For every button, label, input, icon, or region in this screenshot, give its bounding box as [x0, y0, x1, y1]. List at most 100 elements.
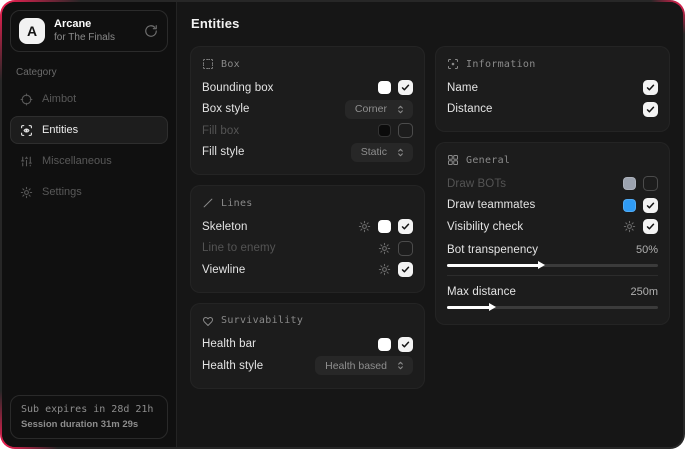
gear-icon[interactable]	[623, 220, 636, 233]
gear-icon[interactable]	[358, 220, 371, 233]
bounding-box-checkbox[interactable]	[398, 80, 413, 95]
setting-label: Health bar	[202, 338, 256, 350]
setting-row-bounding-box: Bounding box	[202, 77, 413, 99]
bot-transparency-slider[interactable]	[447, 264, 658, 267]
name-checkbox[interactable]	[643, 80, 658, 95]
color-swatch[interactable]	[623, 199, 636, 212]
box-style-select[interactable]: Corner	[345, 100, 413, 119]
setting-row-box-style: Box style Corner	[202, 99, 413, 121]
setting-row-visibility-check: Visibility check	[447, 216, 658, 238]
color-swatch[interactable]	[623, 177, 636, 190]
health-bar-checkbox[interactable]	[398, 337, 413, 352]
color-swatch[interactable]	[378, 81, 391, 94]
setting-label: Skeleton	[202, 221, 248, 233]
row-controls	[623, 219, 658, 234]
row-controls	[378, 337, 413, 352]
fill-box-checkbox[interactable]	[398, 123, 413, 138]
viewline-checkbox[interactable]	[398, 262, 413, 277]
setting-label: Box style	[202, 103, 250, 115]
scan-eye-icon	[20, 124, 33, 137]
max-distance-slider[interactable]	[447, 306, 658, 309]
app-logo: A	[19, 18, 45, 44]
panel-title: Box	[221, 59, 240, 70]
color-swatch[interactable]	[378, 220, 391, 233]
refresh-icon	[144, 24, 158, 38]
line-to-enemy-checkbox[interactable]	[398, 241, 413, 256]
sliders-icon	[20, 155, 33, 168]
check-icon	[401, 265, 410, 274]
slider-value: 250m	[630, 286, 658, 298]
app-subtitle: for The Finals	[54, 32, 135, 44]
check-icon	[646, 201, 655, 210]
setting-row-viewline: Viewline	[202, 259, 413, 281]
setting-row-skeleton: Skeleton	[202, 216, 413, 238]
setting-row-health-bar: Health bar	[202, 334, 413, 356]
panel-title: Survivability	[221, 315, 303, 326]
crosshair-icon	[20, 93, 33, 106]
panel-columns: Box Bounding box Box style Corner	[190, 46, 670, 389]
setting-label: Viewline	[202, 264, 245, 276]
visibility-check-checkbox[interactable]	[643, 219, 658, 234]
divider	[447, 275, 658, 276]
check-icon	[401, 222, 410, 231]
skeleton-checkbox[interactable]	[398, 219, 413, 234]
panel-title: Lines	[221, 198, 253, 209]
setting-row-line-to-enemy: Line to enemy	[202, 238, 413, 260]
setting-label: Max distance	[447, 286, 516, 298]
sidebar-item-label: Settings	[42, 186, 82, 198]
panel-lines: Lines Skeleton Line to enemy	[190, 185, 425, 293]
layout-grid-icon	[447, 154, 459, 166]
panel-box-header: Box	[202, 58, 413, 70]
slider-head: Max distance 250m	[447, 282, 658, 302]
setting-row-fill-style: Fill style Static	[202, 142, 413, 164]
app-name: Arcane	[54, 18, 135, 31]
draw-teammates-checkbox[interactable]	[643, 198, 658, 213]
setting-label: Draw BOTs	[447, 178, 506, 190]
chevrons-up-down-icon	[395, 104, 406, 115]
sidebar-item-settings[interactable]: Settings	[10, 178, 168, 206]
panel-general: General Draw BOTs Draw teammates	[435, 142, 670, 325]
sidebar-item-label: Entities	[42, 124, 78, 136]
color-swatch[interactable]	[378, 338, 391, 351]
setting-label: Draw teammates	[447, 199, 535, 211]
category-label: Category	[16, 67, 162, 78]
diagonal-line-icon	[202, 197, 214, 209]
sidebar-item-aimbot[interactable]: Aimbot	[10, 85, 168, 113]
selected-value: Static	[361, 146, 387, 158]
check-icon	[401, 340, 410, 349]
slider-thumb[interactable]	[489, 303, 496, 311]
page-title: Entities	[191, 16, 670, 31]
setting-row-draw-bots: Draw BOTs	[447, 173, 658, 195]
brand-card: A Arcane for The Finals	[10, 10, 168, 52]
setting-label: Bounding box	[202, 82, 274, 94]
setting-label: Line to enemy	[202, 242, 276, 254]
setting-row-draw-teammates: Draw teammates	[447, 195, 658, 217]
color-swatch[interactable]	[378, 124, 391, 137]
scan-icon	[447, 58, 459, 70]
refresh-button[interactable]	[144, 24, 158, 38]
row-controls	[643, 102, 658, 117]
setting-row-name: Name	[447, 77, 658, 99]
slider-thumb[interactable]	[538, 261, 545, 269]
panel-title: Information	[466, 59, 536, 70]
gear-icon[interactable]	[378, 242, 391, 255]
row-controls	[378, 123, 413, 138]
setting-label: Distance	[447, 103, 493, 115]
check-icon	[646, 222, 655, 231]
health-style-select[interactable]: Health based	[315, 356, 413, 375]
fill-style-select[interactable]: Static	[351, 143, 413, 162]
slider-head: Bot transpenency 50%	[447, 240, 658, 260]
slider-fill	[447, 306, 493, 309]
row-controls	[378, 262, 413, 277]
setting-row-health-style: Health style Health based	[202, 355, 413, 377]
gear-icon[interactable]	[378, 263, 391, 276]
sidebar-item-entities[interactable]: Entities	[10, 116, 168, 144]
panel-information: Information Name Distance	[435, 46, 670, 132]
sidebar-item-label: Miscellaneous	[42, 155, 112, 167]
sub-expiry-text: Sub expires in 28d 21h	[21, 404, 157, 415]
sidebar-item-miscellaneous[interactable]: Miscellaneous	[10, 147, 168, 175]
gear-icon	[20, 186, 33, 199]
distance-checkbox[interactable]	[643, 102, 658, 117]
draw-bots-checkbox[interactable]	[643, 176, 658, 191]
setting-row-fill-box: Fill box	[202, 120, 413, 142]
